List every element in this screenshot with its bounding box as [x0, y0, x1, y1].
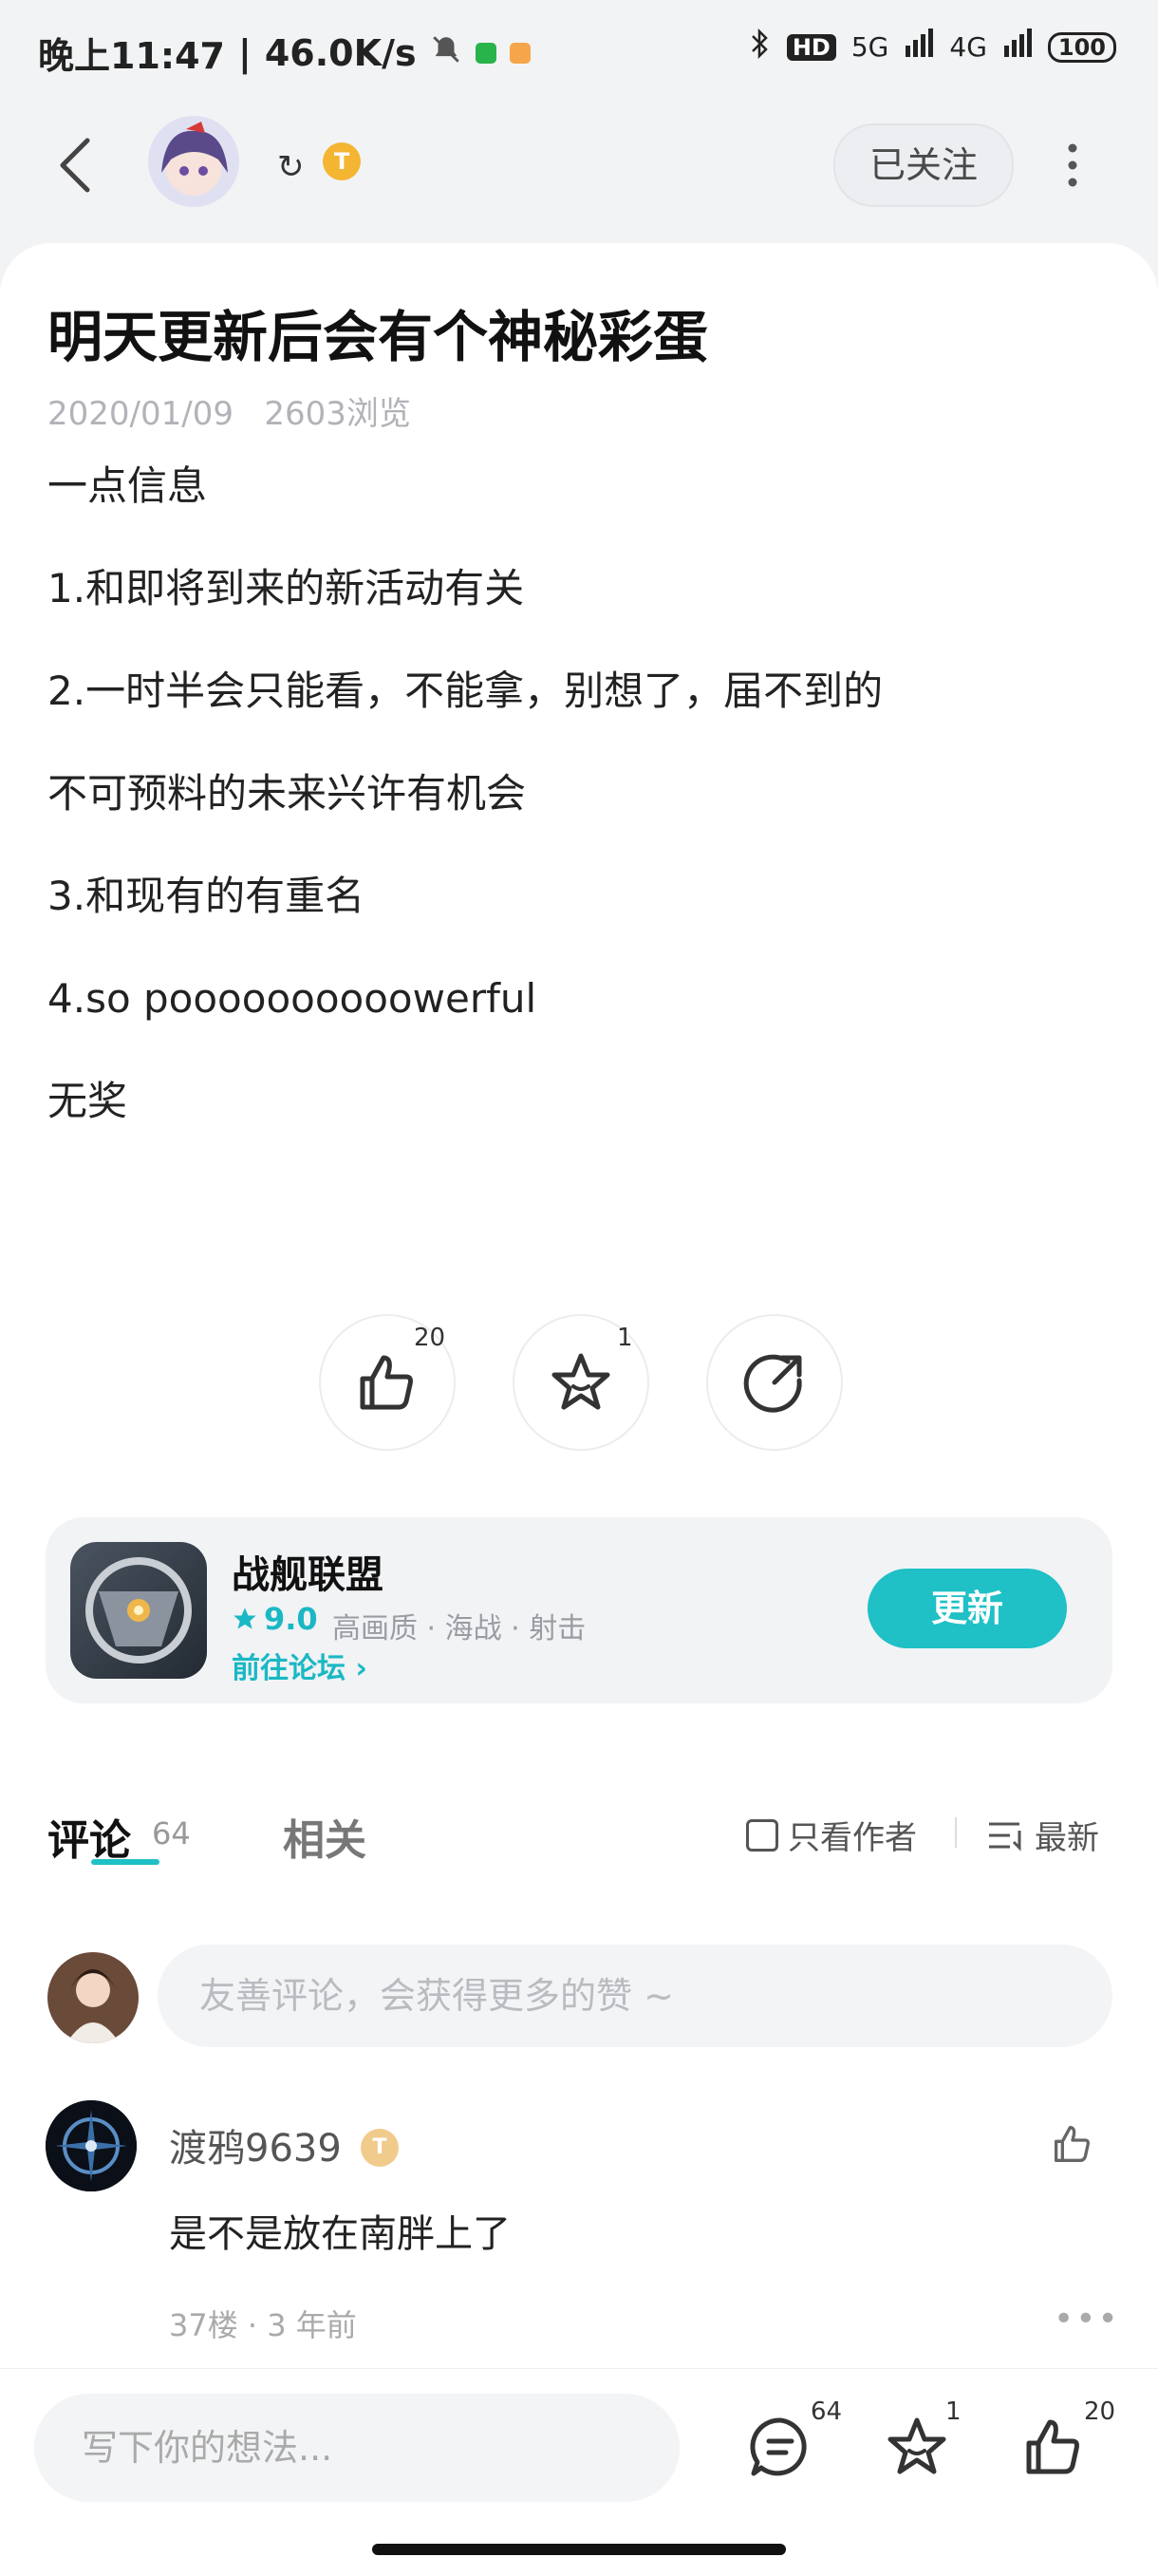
post-line: 一点信息 — [47, 462, 208, 509]
home-indicator[interactable] — [372, 2544, 786, 2555]
favorite-button[interactable]: 1 — [513, 1314, 649, 1451]
tab-related[interactable]: 相关 — [283, 1806, 366, 1867]
mute-icon — [430, 32, 462, 74]
post-meta: 2020/01/09 2603浏览 — [47, 387, 411, 434]
post-line: 4.so poooooooooowerful — [47, 975, 537, 1022]
like-button[interactable]: 20 — [319, 1314, 456, 1451]
post-card: 明天更新后会有个神秘彩蛋 2020/01/09 2603浏览 一点信息 1.和即… — [0, 243, 1158, 1762]
thumbs-up-icon — [1026, 2419, 1079, 2474]
game-name: 战舰联盟 — [232, 1553, 383, 1597]
phone-notification-icon — [475, 42, 496, 64]
status-speed: 46.0K/s — [264, 31, 417, 74]
comment-user-avatar[interactable] — [46, 2100, 137, 2191]
comment-like-button[interactable] — [1050, 2121, 1095, 2171]
only-author-toggle[interactable]: 只看作者 — [746, 1812, 917, 1858]
comments-button[interactable] — [746, 2413, 814, 2485]
more-menu-button[interactable] — [1055, 139, 1090, 192]
thumbs-up-icon — [360, 1355, 413, 1410]
author-avatar[interactable] — [148, 116, 239, 207]
share-button[interactable] — [706, 1314, 843, 1451]
signal-icon — [1002, 28, 1033, 66]
bottom-comment-count: 64 — [811, 2397, 843, 2426]
post-line: 无奖 — [47, 1078, 128, 1124]
chevron-right-icon: › — [355, 1652, 367, 1685]
bottom-favorite-count: 1 — [945, 2397, 962, 2426]
status-right: HD 5G 4G 100 — [749, 27, 1116, 67]
sort-icon — [989, 1822, 1021, 1852]
comment-input[interactable]: 友善评论，会获得更多的赞 ~ — [158, 1945, 1112, 2047]
status-time: 晚上11:47 — [38, 35, 225, 77]
network-5g: 5G — [850, 31, 889, 63]
post-date: 2020/01/09 — [47, 395, 233, 433]
game-card[interactable]: 战舰联盟 9.0 高画质 · 海战 · 射击 前往论坛 › 更新 — [46, 1517, 1112, 1703]
post-views: 2603浏览 — [264, 395, 411, 433]
post-line: 3.和现有的有重名 — [47, 873, 365, 919]
refresh-icon: ↻ — [277, 148, 305, 186]
favorite-count: 1 — [617, 1324, 633, 1352]
message-notification-icon — [509, 42, 531, 64]
post-title: 明天更新后会有个神秘彩蛋 — [47, 305, 709, 369]
author-level-badge: T — [323, 142, 361, 180]
follow-button[interactable]: 已关注 — [833, 123, 1014, 207]
thumbs-up-icon — [1055, 2126, 1090, 2162]
write-thoughts-input[interactable]: 写下你的想法... — [34, 2394, 680, 2502]
post-actions: 20 1 — [0, 1314, 1158, 1466]
go-to-forum-link[interactable]: 前往论坛 › — [232, 1645, 367, 1686]
post-body: 一点信息 1.和即将到来的新活动有关 2.一时半会只能看，不能拿，别想了，届不到… — [47, 458, 1111, 1175]
tab-underline — [91, 1859, 159, 1865]
star-icon — [887, 2417, 946, 2474]
comment-text: 是不是放在南胖上了 — [169, 2212, 511, 2256]
hd-badge: HD — [786, 33, 836, 61]
bluetooth-icon — [749, 27, 772, 67]
comment-user-badge: T — [361, 2129, 399, 2167]
game-icon — [70, 1542, 207, 1679]
comment-more-button[interactable]: ••• — [1054, 2300, 1120, 2339]
post-line: 不可预料的未来兴许有机会 — [47, 770, 527, 817]
game-tags: 高画质 · 海战 · 射击 — [332, 1612, 587, 1645]
more-vertical-icon — [1068, 143, 1077, 187]
status-bar: 晚上11:47 | 46.0K/s HD 5G 4G 100 — [0, 0, 1158, 95]
post-line: 1.和即将到来的新活动有关 — [47, 565, 525, 611]
game-rating: 9.0 — [232, 1601, 318, 1637]
rating-star-icon — [233, 1608, 256, 1629]
battery-indicator: 100 — [1047, 31, 1116, 63]
comment-bubble-icon — [750, 2417, 807, 2476]
post-header: ↻ T 已关注 — [0, 95, 1158, 237]
comment-username[interactable]: 渡鸦9639 — [169, 2117, 342, 2172]
signal-icon — [904, 28, 934, 66]
tab-comments[interactable]: 评论 — [47, 1806, 131, 1867]
sort-button[interactable]: 最新 — [987, 1812, 1099, 1858]
update-button[interactable]: 更新 — [868, 1569, 1067, 1648]
bottom-bar: 写下你的想法... 64 1 20 — [0, 2368, 1158, 2576]
post-line: 2.一时半会只能看，不能拿，别想了，届不到的 — [47, 668, 884, 714]
divider — [955, 1817, 957, 1848]
bottom-favorite-button[interactable] — [883, 2413, 951, 2485]
share-icon — [743, 1354, 802, 1413]
chevron-left-icon — [60, 138, 90, 193]
comment-meta: 37楼 · 3 年前 — [169, 2307, 357, 2343]
my-avatar — [47, 1952, 139, 2043]
bottom-like-button[interactable] — [1019, 2413, 1088, 2485]
comments-count: 64 — [152, 1815, 191, 1852]
star-icon — [551, 1353, 610, 1410]
network-4g: 4G — [949, 31, 987, 63]
checkbox-icon — [746, 1818, 778, 1852]
bottom-like-count: 20 — [1084, 2397, 1116, 2426]
back-button[interactable] — [55, 135, 99, 196]
status-left: 晚上11:47 | 46.0K/s — [38, 27, 531, 79]
like-count: 20 — [414, 1324, 446, 1352]
